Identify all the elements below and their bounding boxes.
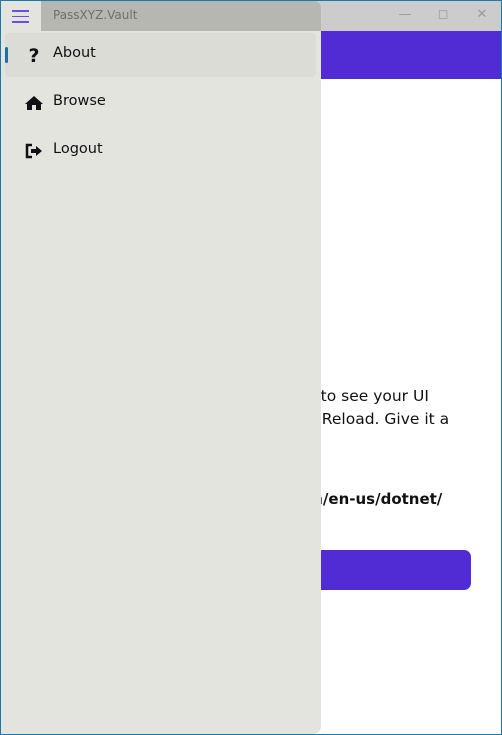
flyout-item-label: About <box>53 45 96 61</box>
app-title: PassXYZ.Vault <box>53 8 138 22</box>
selection-indicator <box>5 47 8 63</box>
svg-text:?: ? <box>28 45 39 65</box>
flyout-item-label: Logout <box>53 141 103 157</box>
flyout-item-logout[interactable]: Logout <box>5 129 316 173</box>
window-title: PassXYZ.Vault <box>41 0 321 31</box>
close-button[interactable]: ✕ <box>467 4 497 26</box>
maximize-button[interactable]: ◻ <box>428 4 458 26</box>
flyout-item-label: Browse <box>53 93 106 109</box>
hamburger-menu-icon[interactable] <box>12 10 29 27</box>
flyout-menu: PassXYZ.Vault ? About Browse Logout <box>0 0 321 734</box>
flyout-item-about[interactable]: ? About <box>5 33 316 77</box>
question-icon: ? <box>28 45 39 65</box>
sign-out-icon <box>25 143 42 159</box>
flyout-item-browse[interactable]: Browse <box>5 81 316 125</box>
minimize-button[interactable]: — <box>390 4 420 26</box>
home-icon <box>25 96 43 110</box>
